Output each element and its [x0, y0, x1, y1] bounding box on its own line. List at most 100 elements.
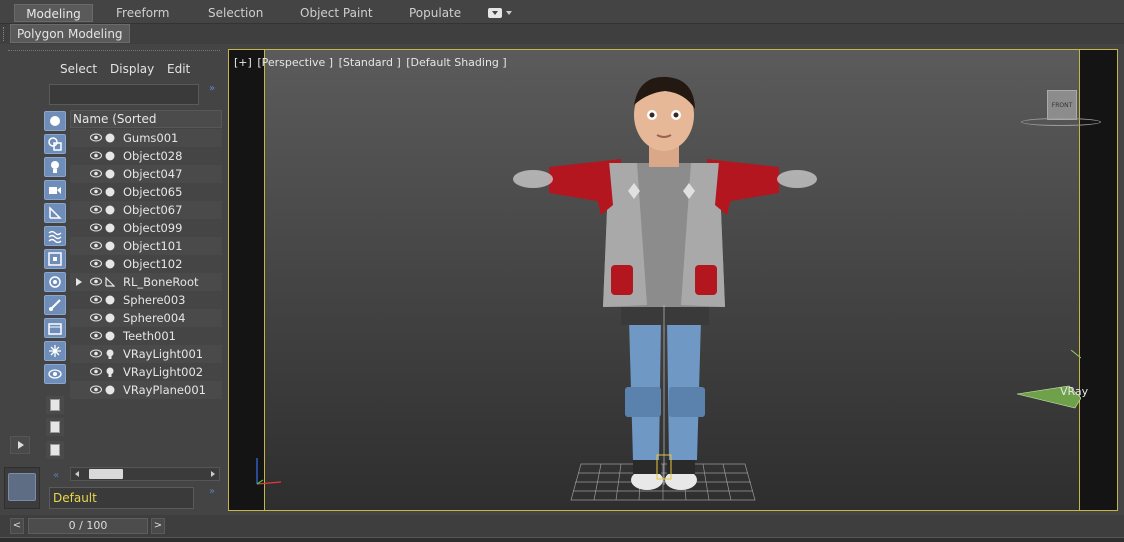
groups-filter-icon[interactable] [44, 249, 66, 269]
menu-display[interactable]: Display [110, 62, 154, 76]
grip-handle-icon[interactable] [3, 27, 6, 41]
viewport-menu-plus[interactable]: [+] [233, 56, 253, 69]
frozen-filter-icon[interactable] [44, 341, 66, 361]
list-item[interactable]: Object101 [70, 237, 222, 255]
viewport-safe-frame-left [229, 50, 264, 510]
list-item[interactable]: Sphere003 [70, 291, 222, 309]
timeline-ruler[interactable] [0, 537, 1124, 542]
character-model[interactable] [489, 75, 839, 495]
current-layer-field[interactable]: Default [49, 487, 194, 509]
visibility-eye-icon[interactable] [90, 151, 102, 160]
layer-explorer-toggle[interactable] [4, 467, 40, 509]
visibility-eye-icon[interactable] [90, 241, 102, 250]
geometry-icon [105, 133, 115, 143]
play-icon[interactable] [10, 436, 30, 454]
geometry-icon [105, 331, 115, 341]
containers-filter-icon[interactable] [44, 318, 66, 338]
visibility-eye-icon[interactable] [90, 205, 102, 214]
visibility-eye-icon[interactable] [90, 385, 102, 394]
tab-selection[interactable]: Selection [200, 4, 271, 22]
document-icon[interactable] [46, 396, 64, 414]
visibility-eye-icon[interactable] [90, 169, 102, 178]
cameras-filter-icon[interactable] [44, 180, 66, 200]
hidden-filter-icon[interactable] [44, 364, 66, 384]
shapes-filter-icon[interactable] [44, 134, 66, 154]
blank-doc-icon[interactable] [46, 418, 64, 436]
visibility-eye-icon[interactable] [90, 223, 102, 232]
list-item[interactable]: Sphere004 [70, 309, 222, 327]
object-name: Object102 [123, 257, 183, 271]
object-name: Object028 [123, 149, 183, 163]
list-item[interactable]: Object099 [70, 219, 222, 237]
name-column-header[interactable]: Name (Sorted Ascending) [70, 110, 222, 142]
menu-edit[interactable]: Edit [167, 62, 190, 76]
visibility-eye-icon[interactable] [90, 277, 102, 286]
visibility-eye-icon[interactable] [90, 295, 102, 304]
scroll-thumb[interactable] [89, 469, 123, 479]
expand-layer-chevron-icon[interactable]: » [209, 486, 215, 497]
tab-freeform[interactable]: Freeform [108, 4, 177, 22]
viewcube[interactable]: FRONT [1047, 90, 1077, 120]
menu-select[interactable]: Select [60, 62, 97, 76]
geometry-icon [105, 241, 115, 251]
collapse-chevron-icon[interactable]: « [53, 470, 59, 481]
prev-frame-button[interactable]: < [10, 518, 24, 534]
tab-populate[interactable]: Populate [401, 4, 469, 22]
chevron-down-icon[interactable] [506, 11, 512, 15]
expand-arrow-icon[interactable] [76, 278, 82, 286]
geometry-filter-icon[interactable] [44, 111, 66, 131]
list-item[interactable]: Object102 [70, 255, 222, 273]
viewcube-ring[interactable] [1021, 118, 1101, 126]
spacewarps-filter-icon[interactable] [44, 226, 66, 246]
next-frame-button[interactable]: > [151, 518, 165, 534]
list-item[interactable]: VRayPlane001 [70, 381, 222, 399]
object-name: RL_BoneRoot [123, 275, 199, 289]
geometry-icon [105, 169, 115, 179]
bones-filter-icon[interactable] [44, 295, 66, 315]
time-slider-bar: < 0 / 100 > [0, 515, 1124, 542]
explorer-horizontal-scrollbar[interactable] [70, 467, 220, 481]
geometry-icon [105, 313, 115, 323]
lights-filter-icon[interactable] [44, 157, 66, 177]
perspective-viewport[interactable]: [+] [Perspective ] [Standard ] [Default … [228, 49, 1118, 511]
bone-icon [105, 277, 115, 287]
tab-modeling[interactable]: Modeling [14, 4, 93, 22]
light-icon [106, 349, 114, 359]
visibility-eye-icon[interactable] [90, 187, 102, 196]
tab-object-paint[interactable]: Object Paint [292, 4, 381, 22]
list-item[interactable]: Object065 [70, 183, 222, 201]
ribbon-options-icon[interactable] [488, 8, 502, 18]
xrefs-filter-icon[interactable] [44, 272, 66, 292]
visibility-eye-icon[interactable] [90, 367, 102, 376]
helpers-filter-icon[interactable] [44, 203, 66, 223]
visibility-eye-icon[interactable] [90, 259, 102, 268]
list-item[interactable]: Object047 [70, 165, 222, 183]
vray-plane-gizmo[interactable] [1015, 350, 1081, 410]
time-slider[interactable]: 0 / 100 [28, 518, 148, 534]
explorer-search-input[interactable] [49, 84, 199, 105]
geometry-icon [105, 187, 115, 197]
scroll-right-icon[interactable] [211, 471, 215, 477]
viewport-pov-label[interactable]: [Perspective ] [256, 56, 334, 69]
visibility-eye-icon[interactable] [90, 331, 102, 340]
toolbar-chevron-icon[interactable]: » [209, 83, 215, 94]
list-item[interactable]: RL_BoneRoot [70, 273, 222, 291]
list-item[interactable]: VRayLight001 [70, 345, 222, 363]
polygon-modeling-button[interactable]: Polygon Modeling [10, 24, 130, 43]
object-name: Gums001 [123, 131, 179, 145]
viewport-shading-label[interactable]: [Default Shading ] [405, 56, 507, 69]
object-name: Sphere003 [123, 293, 186, 307]
list-item[interactable]: Gums001 [70, 129, 222, 147]
list-item[interactable]: Object028 [70, 147, 222, 165]
list-item[interactable]: VRayLight002 [70, 363, 222, 381]
visibility-eye-icon[interactable] [90, 313, 102, 322]
scroll-left-icon[interactable] [75, 471, 79, 477]
list-item[interactable]: Teeth001 [70, 327, 222, 345]
visibility-eye-icon[interactable] [90, 349, 102, 358]
viewport-standard-label[interactable]: [Standard ] [338, 56, 402, 69]
visibility-eye-icon[interactable] [90, 133, 102, 142]
list-item[interactable]: Object067 [70, 201, 222, 219]
viewport-label[interactable]: [+] [Perspective ] [Standard ] [Default … [233, 56, 508, 69]
list-doc-icon[interactable] [46, 441, 64, 459]
light-icon [106, 367, 114, 377]
